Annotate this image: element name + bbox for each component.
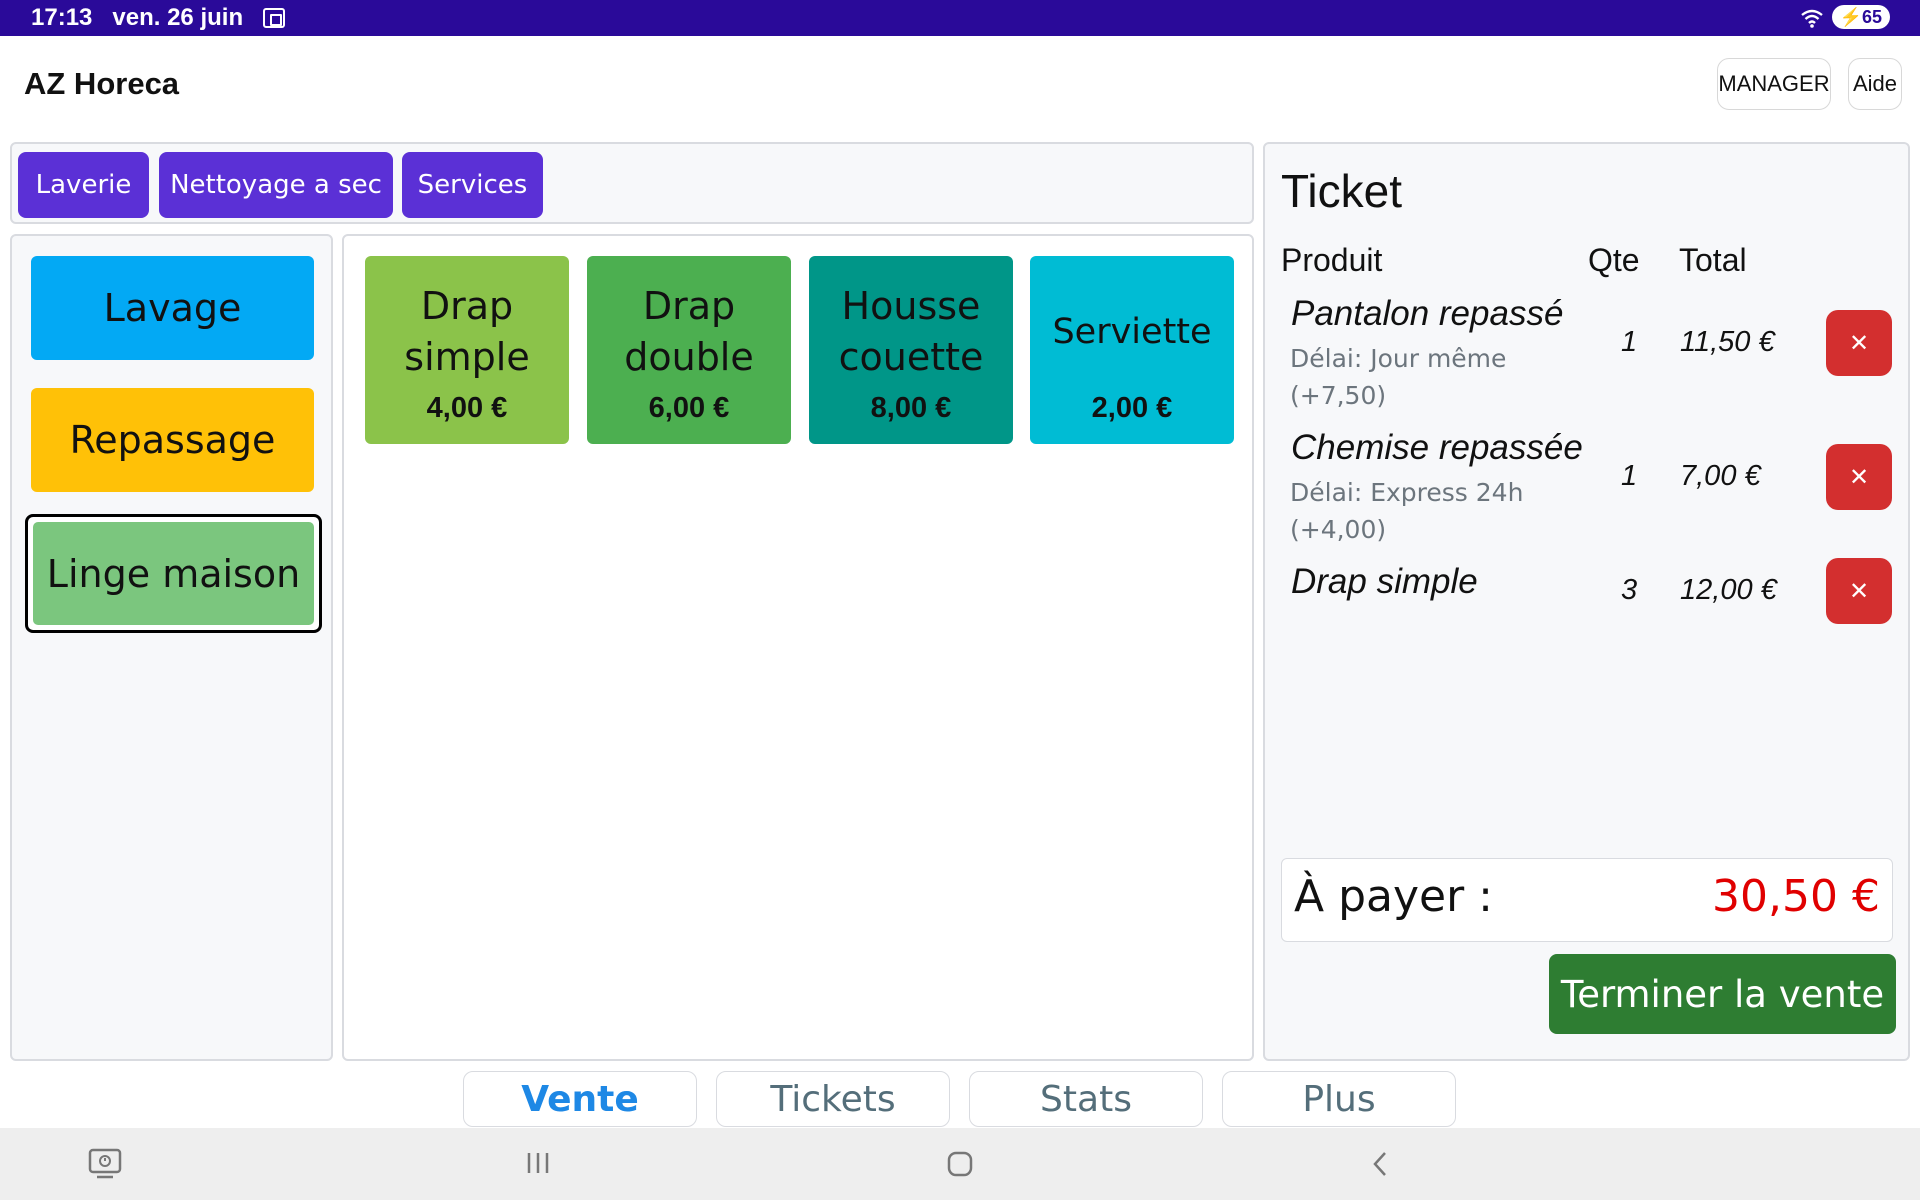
status-date: ven. 26 juin xyxy=(112,4,244,31)
ticket-item-name: Chemise repassée xyxy=(1291,428,1583,467)
subcategory-repassage[interactable]: Repassage xyxy=(31,388,314,492)
product-drap-simple[interactable]: Drap simple 4,00 € xyxy=(365,256,569,444)
close-icon: ✕ xyxy=(1848,463,1870,491)
ticket-item-qty: 1 xyxy=(1621,460,1638,492)
delete-item-button[interactable]: ✕ xyxy=(1826,310,1892,376)
category-bar: Laverie Nettoyage a sec Services xyxy=(10,142,1254,224)
product-name: Housse couette xyxy=(838,284,984,379)
ticket-item-qty: 3 xyxy=(1621,574,1638,606)
subcategory-lavage[interactable]: Lavage xyxy=(31,256,314,360)
ticket-title: Ticket xyxy=(1281,165,1402,217)
ticket-panel: Ticket Produit Qte Total Pantalon repass… xyxy=(1263,142,1910,1061)
battery-level: 65 xyxy=(1861,6,1882,27)
ticket-item-detail: Délai: Jour même (+7,50) xyxy=(1290,344,1507,410)
delete-item-button[interactable]: ✕ xyxy=(1826,444,1892,510)
product-price: 2,00 € xyxy=(1091,392,1173,424)
product-price: 8,00 € xyxy=(870,392,952,424)
app-title: AZ Horeca xyxy=(24,66,180,101)
product-name: Drap simple xyxy=(404,284,530,379)
home-icon[interactable] xyxy=(946,1150,974,1182)
ticket-item-detail: Délai: Express 24h (+4,00) xyxy=(1290,478,1524,544)
status-time: 17:13 xyxy=(31,4,93,31)
battery-icon: ⚡ 65 xyxy=(1831,5,1890,29)
close-icon: ✕ xyxy=(1848,577,1870,605)
product-name: Drap double xyxy=(624,284,754,379)
product-housse-couette[interactable]: Housse couette 8,00 € xyxy=(809,256,1013,444)
subcategory-panel: Lavage Repassage Linge maison xyxy=(10,234,333,1061)
column-header-total: Total xyxy=(1679,242,1747,278)
tab-tickets[interactable]: Tickets xyxy=(716,1071,950,1127)
screenshot-icon xyxy=(263,8,286,28)
status-bar: 17:13 ven. 26 juin ⚡ 65 xyxy=(0,0,1920,36)
amount-due-label: À payer : xyxy=(1294,871,1493,922)
amount-due-box: À payer : 30,50 € xyxy=(1281,858,1893,942)
ticket-item-name: Drap simple xyxy=(1291,562,1478,601)
product-name: Serviette xyxy=(1052,311,1212,352)
ticket-item-qty: 1 xyxy=(1621,326,1638,358)
close-icon: ✕ xyxy=(1848,329,1870,357)
product-grid: Drap simple 4,00 € Drap double 6,00 € Ho… xyxy=(342,234,1254,1061)
product-drap-double[interactable]: Drap double 6,00 € xyxy=(587,256,791,444)
tab-vente[interactable]: Vente xyxy=(463,1071,697,1127)
wifi-icon xyxy=(1800,7,1824,28)
column-header-qty: Qte xyxy=(1588,242,1640,278)
ticket-item-total: 7,00 € xyxy=(1680,460,1761,492)
tab-stats[interactable]: Stats xyxy=(969,1071,1203,1127)
product-price: 4,00 € xyxy=(426,392,508,424)
system-nav-bar xyxy=(0,1128,1920,1200)
category-nettoyage-a-sec[interactable]: Nettoyage a sec xyxy=(159,152,393,218)
ticket-item-total: 12,00 € xyxy=(1680,574,1777,606)
subcategory-selected-outline: Linge maison xyxy=(25,514,322,633)
ticket-item-total: 11,50 € xyxy=(1680,326,1775,358)
amount-due-value: 30,50 € xyxy=(1712,871,1880,922)
help-button[interactable]: Aide xyxy=(1848,58,1902,110)
back-icon[interactable] xyxy=(1370,1150,1390,1182)
ticket-item-name: Pantalon repassé xyxy=(1291,294,1564,333)
status-right: ⚡ 65 xyxy=(1800,5,1890,29)
recent-screen-icon[interactable] xyxy=(88,1148,122,1184)
column-header-product: Produit xyxy=(1281,242,1383,278)
manager-button[interactable]: MANAGER xyxy=(1717,58,1831,110)
recent-apps-icon[interactable] xyxy=(525,1150,551,1180)
product-price: 6,00 € xyxy=(648,392,730,424)
category-laverie[interactable]: Laverie xyxy=(18,152,149,218)
delete-item-button[interactable]: ✕ xyxy=(1826,558,1892,624)
product-serviette[interactable]: Serviette 2,00 € xyxy=(1030,256,1234,444)
subcategory-linge-maison[interactable]: Linge maison xyxy=(33,522,314,625)
tab-plus[interactable]: Plus xyxy=(1222,1071,1456,1127)
category-services[interactable]: Services xyxy=(402,152,543,218)
finish-sale-button[interactable]: Terminer la vente xyxy=(1549,954,1896,1034)
